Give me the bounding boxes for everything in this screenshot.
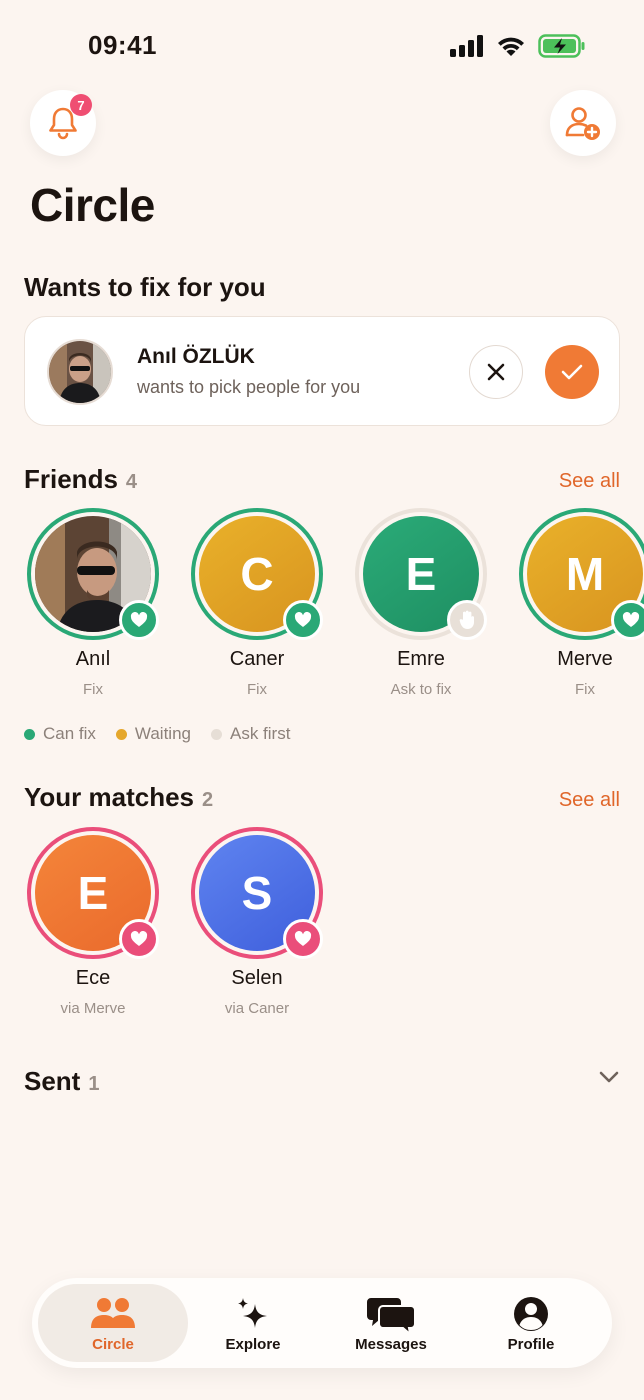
legend-label: Can fix [43,724,96,743]
legend-label: Waiting [134,724,191,743]
legend-item: Ask first [210,724,291,744]
sent-count: 1 [88,1073,100,1095]
status-bar: 09:41 [0,0,644,96]
profile-icon [514,1297,548,1331]
tab-circle[interactable]: Circle [38,1284,188,1362]
friend-avatar-ring [27,508,159,640]
requester-subtitle: wants to pick people for you [137,377,361,397]
page-title: Circle [30,179,155,231]
friend-item[interactable]: Anıl Fix [26,508,160,698]
friend-avatar-ring: E [355,508,487,640]
tab-label: Messages [355,1336,427,1353]
ask-first-badge [447,600,487,640]
tab-label: Explore [225,1336,281,1353]
legend-dot [24,728,35,740]
sparkle-icon [238,1298,267,1328]
bottom-tab-bar: Circle Explore Messages Profile [32,1278,612,1368]
can-fix-badge [283,600,323,640]
friend-item[interactable]: M Merve Fix [518,508,644,698]
friend-status: Ask to fix [390,681,452,698]
sent-title: Sent [24,1066,81,1096]
match-name: Selen [231,967,283,989]
match-avatar-ring: E [27,827,159,959]
heart-icon [622,612,640,627]
check-icon [561,364,583,380]
matches-count: 2 [202,789,214,811]
friend-name: Anıl [75,648,111,670]
add-friend-button[interactable] [550,90,616,156]
requester-name: Anıl ÖZLÜK [137,345,255,368]
friend-name: Emre [397,648,445,670]
chevron-down-icon [599,1071,619,1083]
match-item[interactable]: E Ece via Merve [26,827,160,1017]
match-heart-badge [119,919,159,959]
close-icon [487,363,505,381]
friend-status: Fix [247,681,267,698]
friends-count: 4 [125,471,138,493]
notification-badge: 7 [70,94,92,116]
tab-messages[interactable]: Messages [316,1284,466,1362]
hand-icon [459,610,474,629]
battery-charging-icon [538,34,585,58]
friends-see-all-link[interactable]: See all [559,470,620,493]
people-icon [91,1298,135,1328]
requester-avatar[interactable] [47,339,113,405]
fix-request-card: Anıl ÖZLÜK wants to pick people for you [24,316,620,426]
decline-button[interactable] [469,345,523,399]
match-name: Ece [75,967,111,989]
friend-status: Fix [575,681,595,698]
wifi-icon [498,37,524,56]
match-avatar-ring: S [191,827,323,959]
friend-status: Fix [83,681,103,698]
tab-profile[interactable]: Profile [456,1284,606,1362]
add-person-icon [565,107,600,140]
sent-section-title[interactable]: Sent 1 [24,1066,99,1097]
friend-name: Caner [229,648,285,670]
chat-bubbles-icon [367,1298,415,1334]
matches-see-all-link[interactable]: See all [559,789,620,812]
match-item[interactable]: S Selen via Caner [190,827,324,1017]
heart-icon [130,612,148,627]
friend-item[interactable]: E Emre Ask to fix [354,508,488,698]
friends-section-title: Friends 4 [24,464,137,495]
legend-dot [115,728,127,740]
legend-item: Waiting [115,724,191,744]
tab-label: Circle [92,1336,134,1353]
match-via: via Merve [60,1000,126,1017]
legend-item: Can fix [24,724,96,744]
matches-section-title: Your matches 2 [24,782,213,813]
status-time: 09:41 [88,30,157,60]
match-heart-badge [283,919,323,959]
signal-icon [450,35,483,57]
matches-title: Your matches [24,782,195,812]
legend-dot [210,728,222,740]
heart-icon [130,931,148,946]
tab-label: Profile [507,1336,555,1353]
accept-button[interactable] [545,345,599,399]
notifications-button[interactable]: 7 [30,90,96,156]
can-fix-badge [119,600,159,640]
sent-expand-button[interactable] [598,1070,620,1089]
friend-name: Merve [557,648,613,670]
can-fix-badge [611,600,644,640]
match-via: via Caner [224,1000,290,1017]
status-icons [450,34,586,58]
legend-label: Ask first [229,724,291,743]
tab-explore[interactable]: Explore [178,1284,328,1362]
status-legend: Can fix Waiting Ask first [24,724,290,744]
friend-item[interactable]: C Caner Fix [190,508,324,698]
friends-title: Friends [24,464,118,494]
person-photo [49,341,111,403]
friend-avatar-ring: M [519,508,644,640]
fix-request-section-title: Wants to fix for you [24,272,266,302]
friend-avatar-ring: C [191,508,323,640]
heart-icon [294,612,312,627]
heart-icon [294,931,312,946]
